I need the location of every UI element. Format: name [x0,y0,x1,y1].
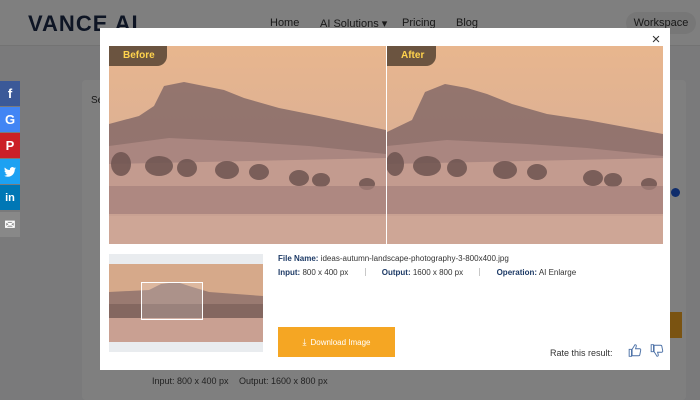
separator [479,268,481,276]
operation-value: AI Enlarge [538,268,577,277]
email-icon[interactable]: ✉ [0,212,20,237]
before-label: Before [109,46,167,66]
twitter-icon[interactable] [0,159,20,184]
thumbnail-viewport-box[interactable] [141,282,203,320]
pinterest-icon[interactable]: P [0,133,20,158]
file-details-row: Input: 800 x 400 px Output: 1600 x 800 p… [278,268,576,277]
input-label: Input: [278,268,301,277]
output-value: 1600 x 800 px [412,268,464,277]
preview-thumbnail[interactable] [109,254,263,352]
download-label: Download Image [310,338,371,347]
result-modal: × Before After File Name: ideas-autumn-l… [100,28,670,370]
download-image-button[interactable]: ⤓ Download Image [278,327,395,357]
rate-result-label: Rate this result: [550,348,613,358]
file-name-value: ideas-autumn-landscape-photography-3-800… [320,254,509,263]
google-icon[interactable]: G [0,107,20,132]
download-icon: ⤓ [302,337,307,347]
separator [364,268,366,276]
after-image: After [387,46,663,244]
before-after-compare[interactable]: Before After [109,46,663,244]
thumbs-up-icon[interactable] [628,343,642,358]
thumbs-down-icon[interactable] [650,343,664,358]
operation-label: Operation: [496,268,538,277]
output-label: Output: [381,268,411,277]
before-image: Before [109,46,386,244]
file-name-row: File Name: ideas-autumn-landscape-photog… [278,254,509,263]
linkedin-icon[interactable]: in [0,185,20,210]
file-name-label: File Name: [278,254,319,263]
after-label: After [387,46,437,66]
facebook-icon[interactable]: f [0,81,20,106]
input-value: 800 x 400 px [302,268,349,277]
